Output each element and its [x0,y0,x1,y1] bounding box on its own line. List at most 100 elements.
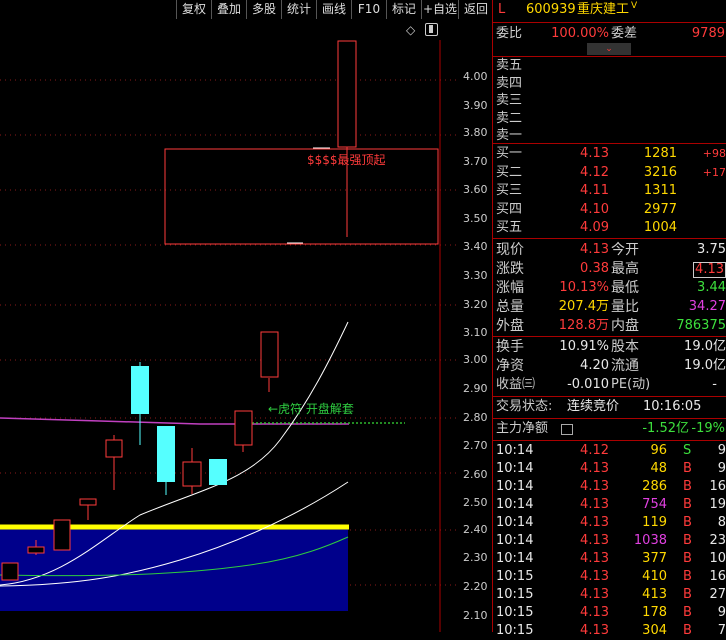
candle [182,461,202,487]
stock-name[interactable]: 重庆建工 [577,1,629,19]
tick-count: 9 [717,605,726,620]
buy-row[interactable]: 买一 4.13 1281 +98 [493,145,726,163]
toolbar-button-mark[interactable]: 标记 [386,0,421,19]
tick-count: 16 [709,569,726,584]
tick-time: 10:14 [496,497,534,512]
tick-count: 19 [709,497,726,512]
tick-time: 10:14 [496,533,534,548]
trade-status-row: 交易状态: 连续竞价 10:16:05 [493,398,726,416]
stat-value: 10.13% [559,280,609,295]
tick-volume: 413 [642,587,667,602]
sell-label: 卖四 [496,75,523,91]
tick-volume: 410 [642,569,667,584]
stat-label: 现价 [496,242,524,258]
stat-value: 19.0亿 [684,339,726,354]
price-tick-label: 2.40 [463,523,488,536]
buy-row[interactable]: 买四 4.10 2977 [493,201,726,219]
sell-row[interactable]: 卖四 [493,75,726,93]
buy-volume: 1311 [643,183,677,198]
weicha-label: 委差 [611,26,638,41]
main-flow-pct: -19% [691,421,725,436]
stat-label: 外盘 [496,318,524,334]
tick-price: 4.13 [580,479,609,494]
tick-row: 10:15 4.13 304 B 7 [493,622,726,640]
tick-volume: 286 [642,479,667,494]
toolbar-button-multi-stock[interactable]: 多股 [246,0,281,19]
tick-side: B [683,569,692,584]
kline-chart[interactable]: $$$$最强顶起 ←虎符 开盘解套 ◇ 4.00 3.90 3.80 3.70 3.60… [0,20,492,632]
divider [493,238,726,239]
buy-volume: 2977 [643,201,677,217]
income-label: 收益㈢ [496,377,536,392]
tick-time: 10:15 [496,569,534,584]
price-tick-label: 3.80 [463,126,488,139]
stat-row: 现价 4.13 今开 3.75 [493,241,726,259]
limit-up-candle [337,40,357,148]
tick-row: 10:14 4.13 754 B 19 [493,496,726,514]
stat-row: 涨跌 0.38 最高 4.13 [493,260,726,278]
stat-label: 内盘 [611,318,639,334]
mid-annotation: ←虎符 开盘解套 [268,402,354,416]
main-flow-row[interactable]: 主力净额 -1.52亿 -19% [493,420,726,438]
toolbar-button-f10[interactable]: F10 [351,0,386,19]
trade-status-label: 交易状态: [496,399,553,414]
weibi-row: 委比 100.00% 委差 9789 [493,25,726,43]
candle [79,498,97,506]
toolbar-button-add-favorite[interactable]: +自选 [421,0,458,19]
tick-volume: 1038 [633,533,667,548]
diamond-icon[interactable]: ◇ [406,23,415,37]
collapse-chevron-icon[interactable]: ⌄ [587,43,631,55]
tick-row: 10:14 4.13 1038 B 23 [493,532,726,550]
candle [27,546,45,554]
income-value: -0.010 [567,377,609,392]
toolbar-button-back[interactable]: 返回 [458,0,493,19]
stock-code: 600939 [526,2,576,17]
pe-label: PE(动) [611,377,651,392]
buy-row[interactable]: 买三 4.11 1311 [493,182,726,200]
stat-value: 3.75 [697,242,726,257]
stock-flag: L [498,2,506,17]
stat-value: 4.13 [693,262,726,278]
stat-row: 换手 10.91% 股本 19.0亿 [493,338,726,356]
tick-count: 9 [717,443,726,458]
buy-change: +98 [702,147,726,160]
toolbar-button-fuquan[interactable]: 复权 [176,0,211,19]
tick-count: 27 [709,587,726,602]
stat-row: 净资 4.20 流通 19.0亿 [493,357,726,375]
sell-row[interactable]: 卖二 [493,110,726,128]
tick-side: B [683,497,692,512]
sell-row[interactable]: 卖五 [493,57,726,75]
stat-value: 128.8万 [558,318,609,333]
tick-count: 23 [709,533,726,548]
strong-top-box [164,148,439,245]
tick-time: 10:14 [496,551,534,566]
list-icon[interactable] [561,424,573,435]
gear-icon[interactable] [425,23,438,36]
trade-status-value: 连续竞价 [567,399,620,414]
candles [1,40,357,581]
toolbar-button-stats[interactable]: 统计 [281,0,316,19]
stat-label: 总量 [496,299,524,315]
buy-row[interactable]: 买五 4.09 1004 [493,219,726,237]
divider [493,418,726,419]
toolbar-button-draw[interactable]: 画线 [316,0,351,19]
divider [493,22,726,23]
tick-price: 4.13 [580,497,609,512]
tick-row: 10:14 4.13 48 B 9 [493,460,726,478]
divider [493,336,726,337]
tick-price: 4.13 [580,605,609,620]
toolbar-button-overlay[interactable]: 叠加 [211,0,246,19]
price-tick-label: 3.70 [463,155,488,168]
tick-row: 10:15 4.13 178 B 9 [493,604,726,622]
price-tick-label: 3.00 [463,353,488,366]
tick-count: 8 [717,515,726,530]
buy-row[interactable]: 买二 4.12 3216 +17 [493,164,726,182]
sell-label: 卖三 [496,93,523,108]
stock-suffix: V [631,1,638,11]
buy-price: 4.11 [580,183,609,198]
sell-row[interactable]: 卖三 [493,92,726,110]
price-tick-label: 3.10 [463,326,488,339]
stat-value: 0.38 [580,261,609,276]
main-flow-label: 主力净额 [496,421,549,436]
stat-label: 换手 [496,339,524,355]
